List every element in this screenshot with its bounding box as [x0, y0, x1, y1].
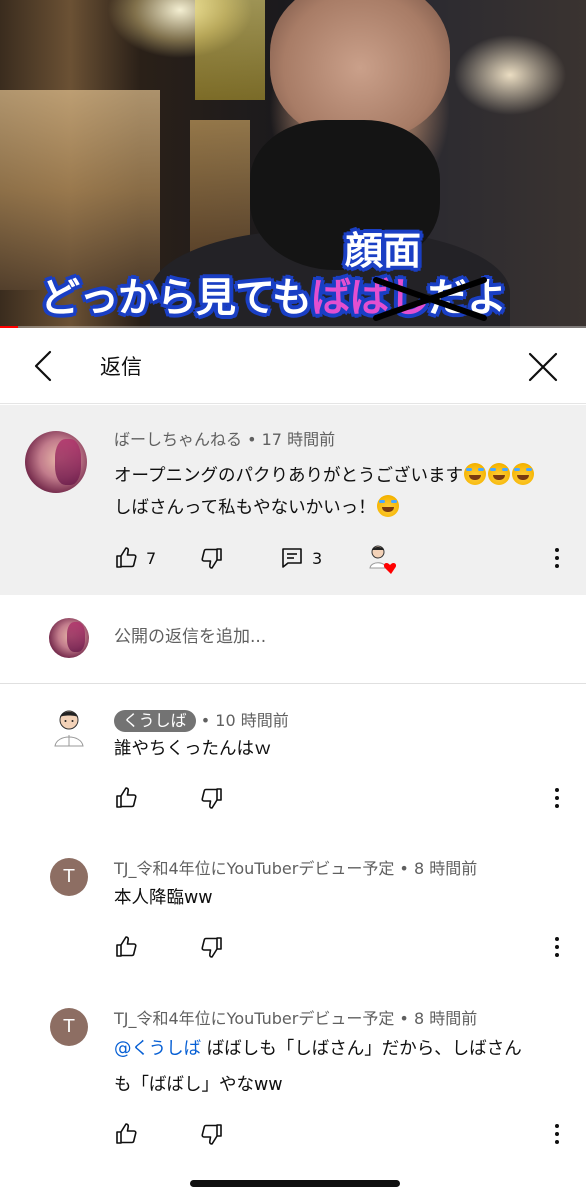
video-progress-bar[interactable]: [0, 326, 586, 328]
avatar[interactable]: T: [50, 858, 88, 896]
reply-input[interactable]: 公開の返信を追加...: [114, 624, 266, 650]
comment-text: オープニングのパクりありがとうございます: [114, 466, 463, 486]
comment-text-line-2: も「ばばし」やなww: [114, 1075, 283, 1095]
like-count: 7: [146, 548, 157, 568]
replies-title: 返信: [100, 355, 142, 379]
thumbs-up-icon: [116, 936, 137, 957]
like-button[interactable]: [114, 1118, 138, 1150]
comment-text-line-2: しばさんって私もやないかいっ！: [114, 491, 400, 525]
like-button[interactable]: 7: [114, 542, 156, 574]
replies-header: 返信: [0, 330, 586, 404]
rofl-emoji-icon: [376, 495, 399, 517]
comment-actions: [0, 782, 586, 814]
avatar[interactable]: [50, 708, 88, 748]
more-options-icon[interactable]: [552, 935, 562, 959]
more-options-icon[interactable]: [552, 546, 562, 570]
comment-text: しばさんって私もやないかいっ！: [114, 498, 376, 518]
reply-count-button[interactable]: 3: [280, 542, 322, 574]
more-options-icon[interactable]: [552, 786, 562, 810]
comment-author[interactable]: TJ_令和4年位にYouTuberデビュー予定: [114, 859, 394, 878]
comment-text-line-1: オープニングのパクりありがとうございます: [114, 459, 535, 493]
rofl-emoji-icon: [463, 463, 486, 485]
home-indicator[interactable]: [190, 1180, 400, 1187]
comment-author[interactable]: TJ_令和4年位にYouTuberデビュー予定: [114, 1009, 394, 1028]
video-player[interactable]: 顔面 どっから見てもばばしだよ: [0, 0, 586, 328]
mention-link[interactable]: @くうしば: [114, 1039, 201, 1059]
video-caption: どっから見てもばばしだよ: [40, 272, 507, 324]
comment-text: ばばしも「しばさん」だから、しばさん: [201, 1039, 522, 1059]
video-caption-main: どっから見ても: [40, 275, 312, 321]
comment-text-line-1: @くうしば ばばしも「しばさん」だから、しばさん: [114, 1032, 522, 1066]
video-background-shop: [0, 90, 160, 290]
comment-actions: [0, 1118, 586, 1150]
reply-comment: T TJ_令和4年位にYouTuberデビュー予定 • 8 時間前 本人降臨ww: [0, 848, 586, 978]
thumbs-down-icon: [201, 937, 222, 958]
avatar[interactable]: T: [50, 1008, 88, 1046]
video-person-head: [270, 0, 450, 140]
comment-time: • 10 時間前: [195, 711, 289, 730]
comment-meta: TJ_令和4年位にYouTuberデビュー予定 • 8 時間前: [114, 858, 477, 880]
comment-meta: TJ_令和4年位にYouTuberデビュー予定 • 8 時間前: [114, 1008, 477, 1030]
add-reply-row[interactable]: 公開の返信を追加...: [0, 596, 586, 684]
avatar[interactable]: [25, 431, 87, 493]
thumbs-up-icon: [116, 547, 137, 568]
close-icon[interactable]: [524, 348, 562, 386]
creator-heart-icon: [369, 545, 397, 574]
comment-time: • 8 時間前: [394, 1009, 478, 1028]
rofl-emoji-icon: [487, 463, 510, 485]
comment-meta: ばーしちゃんねる • 17 時間前: [114, 429, 335, 451]
reply-comment: くうしば • 10 時間前 誰やちくったんはｗ: [0, 700, 586, 830]
reply-comment: T TJ_令和4年位にYouTuberデビュー予定 • 8 時間前 @くうしば …: [0, 998, 586, 1168]
thumbs-up-icon: [116, 1123, 137, 1144]
reply-count: 3: [312, 548, 323, 568]
comment-actions: [0, 931, 586, 963]
more-options-icon[interactable]: [552, 1122, 562, 1146]
parent-comment: ばーしちゃんねる • 17 時間前 オープニングのパクりありがとうございます し…: [0, 405, 586, 595]
like-button[interactable]: [114, 931, 138, 963]
video-progress-played: [0, 326, 18, 328]
rofl-emoji-icon: [511, 463, 534, 485]
comment-time: • 17 時間前: [242, 430, 336, 449]
like-button[interactable]: [114, 782, 138, 814]
dislike-button[interactable]: [200, 931, 224, 963]
strike-x-icon: [373, 277, 487, 321]
comment-author[interactable]: くうしば: [114, 710, 196, 732]
comment-meta: くうしば • 10 時間前: [114, 710, 289, 732]
video-background-sign: [195, 0, 265, 100]
thumbs-down-icon: [201, 548, 222, 569]
comment-actions: 7 3: [0, 542, 586, 574]
back-arrow-icon[interactable]: [26, 348, 62, 384]
dislike-button[interactable]: [200, 1118, 224, 1150]
comment-time: • 8 時間前: [394, 859, 478, 878]
thumbs-up-icon: [116, 787, 137, 808]
thumbs-down-icon: [201, 1124, 222, 1145]
comment-text: 本人降臨ww: [114, 888, 213, 908]
video-caption-correction: 顔面: [345, 229, 422, 273]
comment-icon: [282, 548, 302, 568]
thumbs-down-icon: [201, 788, 222, 809]
dislike-button[interactable]: [200, 782, 224, 814]
comment-author[interactable]: ばーしちゃんねる: [114, 430, 242, 449]
dislike-button[interactable]: [200, 542, 224, 574]
avatar: [49, 618, 89, 658]
comment-text: 誰やちくったんはｗ: [114, 739, 272, 759]
